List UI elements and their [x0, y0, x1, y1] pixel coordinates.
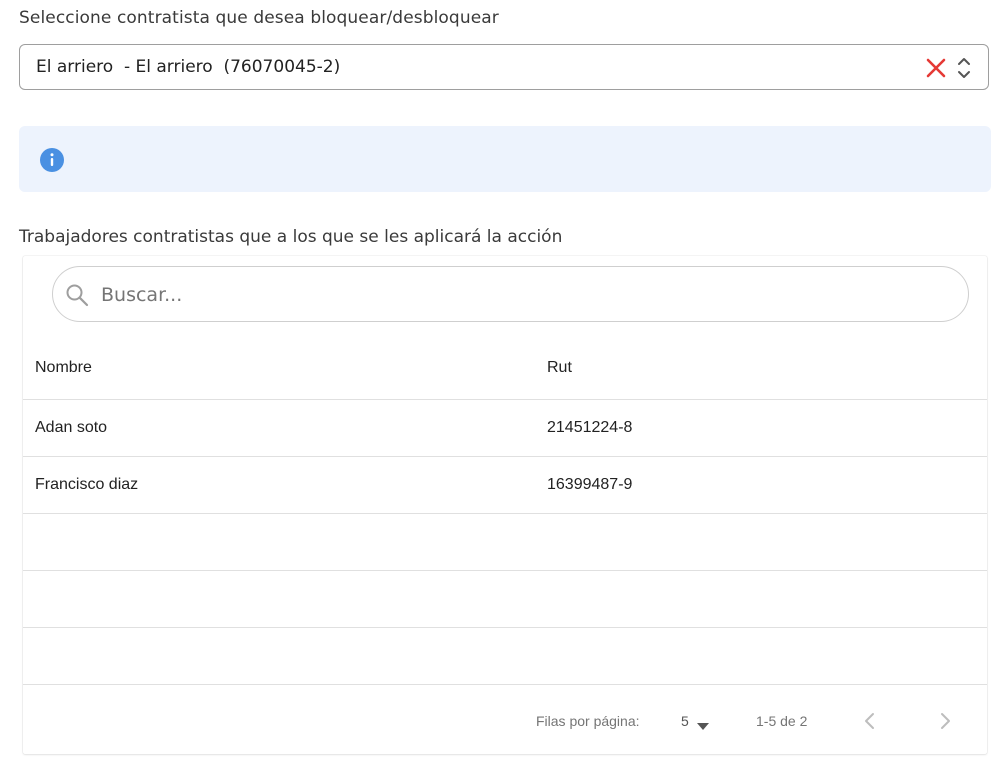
cell-name: Francisco diaz	[23, 456, 535, 514]
cell-name: Adan soto	[23, 399, 535, 457]
cell-rut: 16399487-9	[535, 456, 987, 514]
column-header-rut[interactable]: Rut	[535, 338, 987, 400]
workers-table: Nombre Rut Adan soto 21451224-8 Francisc…	[23, 338, 987, 685]
contractor-select-label: Seleccione contratista que desea bloquea…	[19, 8, 499, 28]
workers-section-label: Trabajadores contratistas que a los que …	[19, 227, 563, 247]
table-row	[23, 627, 987, 685]
table-row[interactable]: Francisco diaz 16399487-9	[23, 456, 987, 514]
caret-down-icon[interactable]	[697, 718, 709, 730]
search-icon	[65, 283, 89, 307]
cell-rut: 21451224-8	[535, 399, 987, 457]
cell-name	[23, 627, 535, 685]
pagination-range: 1-5 de 2	[756, 713, 808, 729]
workers-table-card: Nombre Rut Adan soto 21451224-8 Francisc…	[23, 256, 987, 754]
cell-name	[23, 513, 535, 571]
previous-page-icon[interactable]	[862, 710, 878, 732]
table-pagination: Filas por página: 5 1-5 de 2	[23, 686, 987, 754]
rows-per-page-label: Filas por página:	[536, 713, 640, 729]
cell-rut	[535, 570, 987, 628]
clear-icon[interactable]	[926, 58, 946, 78]
contractor-select[interactable]: El arriero - El arriero (76070045-2)	[19, 44, 989, 90]
cell-rut	[535, 513, 987, 571]
rows-per-page-select[interactable]: 5	[681, 713, 689, 729]
chevron-up-down-icon[interactable]	[956, 55, 972, 81]
next-page-icon[interactable]	[937, 710, 953, 732]
table-row[interactable]: Adan soto 21451224-8	[23, 399, 987, 457]
search-bar[interactable]	[52, 266, 969, 322]
table-row	[23, 513, 987, 571]
cell-name	[23, 570, 535, 628]
contractor-select-value: El arriero - El arriero (76070045-2)	[36, 57, 341, 77]
info-icon	[40, 148, 64, 172]
cell-rut	[535, 627, 987, 685]
table-row	[23, 570, 987, 628]
info-alert	[19, 126, 991, 192]
column-header-name[interactable]: Nombre	[23, 338, 535, 400]
search-input[interactable]	[99, 277, 943, 313]
table-header-row: Nombre Rut	[23, 338, 987, 400]
